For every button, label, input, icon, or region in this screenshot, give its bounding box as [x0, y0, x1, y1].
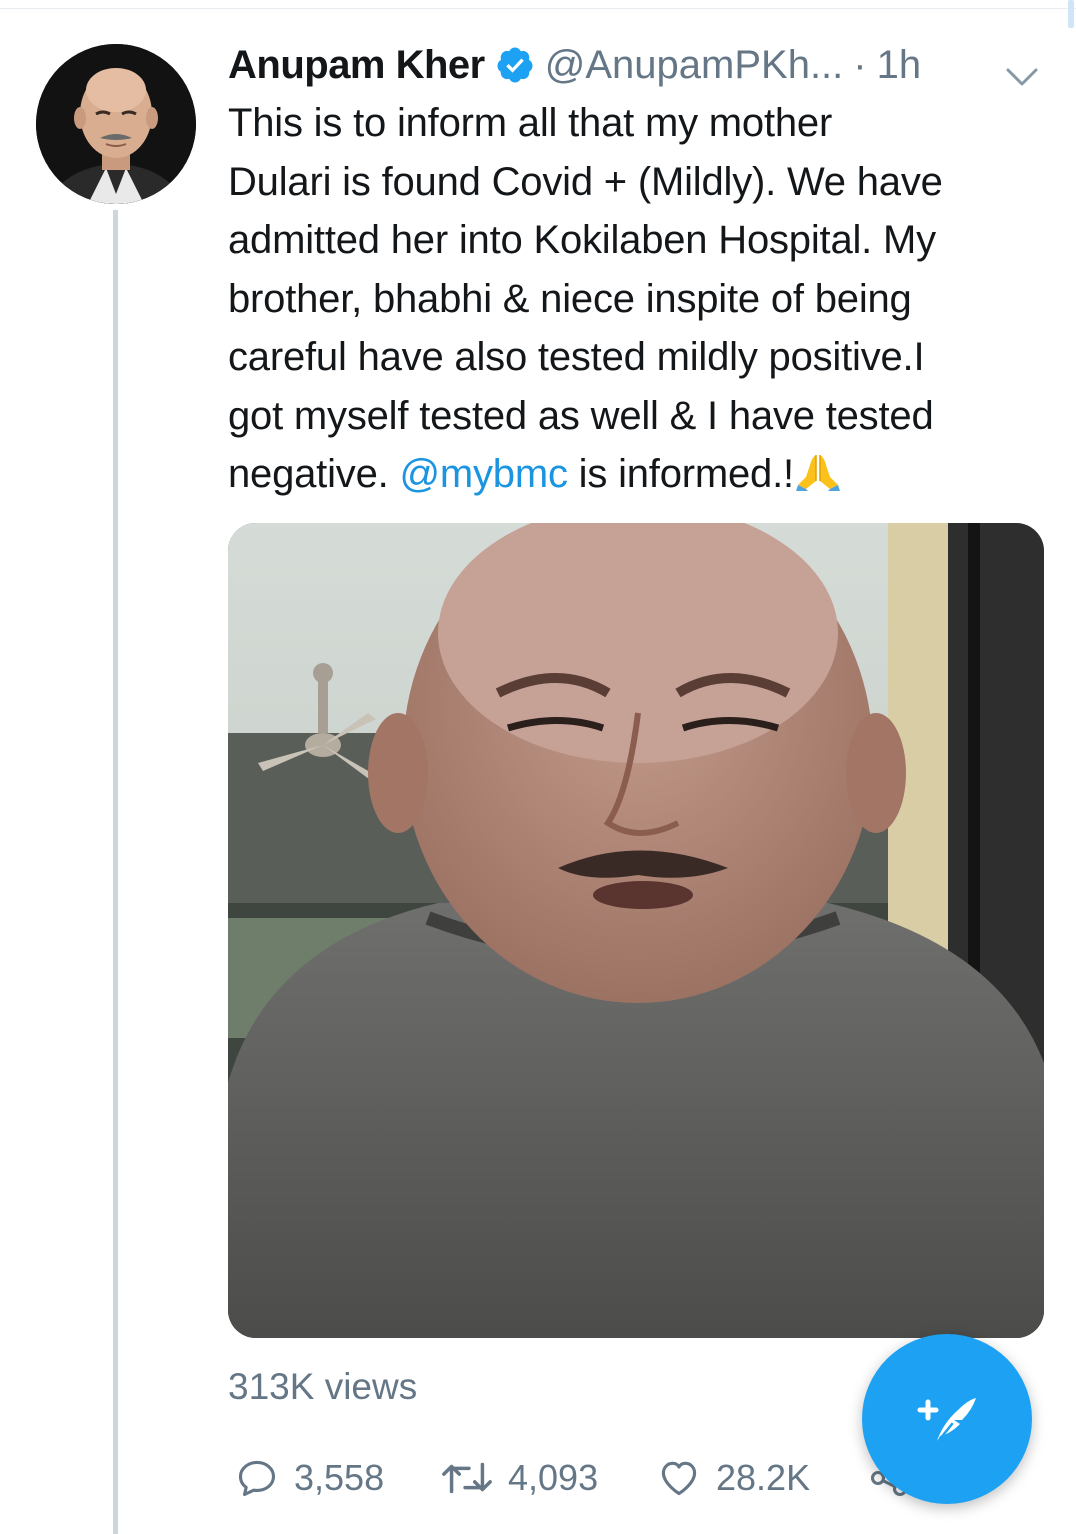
retweet-button[interactable]: 4,093	[440, 1452, 598, 1504]
compose-tweet-button[interactable]	[862, 1334, 1032, 1504]
video-thumbnail[interactable]	[228, 523, 1044, 1338]
thread-line	[113, 210, 118, 1534]
view-count: 313K views	[228, 1366, 418, 1407]
tweet-text-line: This is to inform all that my mother	[228, 101, 833, 145]
tweet-text-prefix: negative.	[228, 452, 400, 496]
retweet-count: 4,093	[508, 1457, 599, 1498]
tweet-header: Anupam Kher @AnupamPKh... · 1h	[228, 38, 1058, 92]
compose-tweet-icon	[917, 1398, 976, 1446]
folded-hands-icon	[794, 449, 842, 491]
video-frame	[228, 523, 1044, 1338]
tweet-text-line: careful have also tested mildly positive…	[228, 335, 925, 379]
reply-button[interactable]: 3,558	[234, 1452, 384, 1504]
top-divider	[0, 8, 1076, 9]
tweet-text-last-line: negative. @mybmc is informed.!	[228, 445, 1058, 504]
tweet-text-line: got myself tested as well & I have teste…	[228, 393, 934, 438]
chevron-down-icon[interactable]	[1004, 52, 1040, 86]
like-button[interactable]: 28.2K	[656, 1452, 810, 1504]
tweet-text-line: admitted her into Kokilaben Hospital. My	[228, 218, 936, 262]
avatar[interactable]	[36, 44, 196, 204]
reply-count: 3,558	[294, 1457, 385, 1498]
display-name[interactable]: Anupam Kher	[228, 38, 485, 92]
reply-icon	[238, 1460, 276, 1497]
tweet-text-suffix: is informed.!	[567, 452, 794, 496]
tweet-text-line: brother, bhabhi & niece inspite of being	[228, 276, 912, 321]
tweet-text-line: Dulari is found Covid + (Mildly). We hav…	[228, 159, 943, 204]
verified-badge-icon	[495, 45, 535, 85]
heart-icon	[661, 1461, 697, 1496]
mention-link[interactable]: @mybmc	[399, 452, 567, 496]
like-count: 28.2K	[716, 1457, 811, 1498]
user-handle[interactable]: @AnupamPKh...	[545, 38, 844, 92]
tweet-text: This is to inform all that my mother Dul…	[228, 94, 1058, 504]
timestamp[interactable]: 1h	[877, 38, 922, 92]
retweet-icon	[442, 1462, 492, 1494]
tweet-screen: Anupam Kher @AnupamPKh... · 1h This is t…	[0, 0, 1076, 1534]
scrollbar[interactable]	[1068, 0, 1074, 28]
profile-photo-icon	[36, 44, 196, 204]
separator-dot: ·	[853, 43, 867, 87]
